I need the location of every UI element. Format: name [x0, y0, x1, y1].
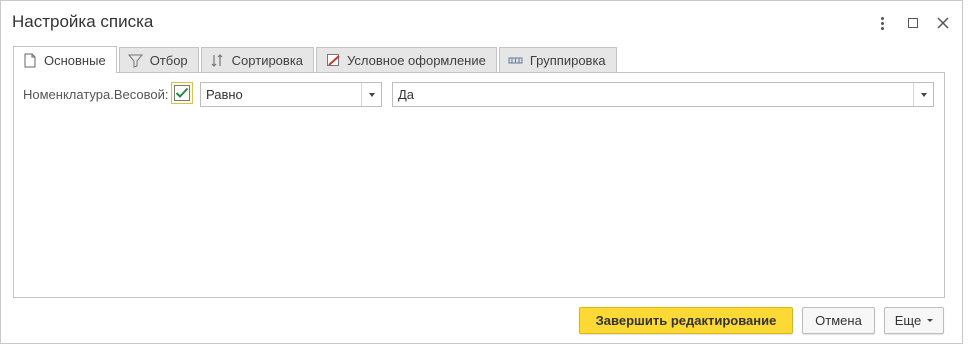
tab-label: Отбор [149, 53, 188, 68]
field-label: Номенклатура.Весовой: [23, 87, 169, 102]
more-actions-icon[interactable] [872, 13, 892, 33]
tab-grouping[interactable]: Группировка [498, 47, 617, 73]
more-button-label: Еще [894, 313, 922, 328]
filter-value: Да [398, 87, 415, 102]
tab-label: Группировка [529, 53, 606, 68]
tab-label: Сортировка [231, 53, 304, 68]
settings-dialog: Настройка списка Основные Отбор Сортиров… [0, 0, 963, 344]
maximize-icon[interactable] [903, 13, 923, 33]
chevron-down-icon[interactable] [361, 83, 381, 106]
page-icon [22, 52, 38, 68]
close-icon[interactable] [933, 13, 953, 33]
tab-filter[interactable]: Отбор [118, 47, 199, 73]
tab-label: Основные [44, 52, 106, 68]
conditional-format-icon [325, 53, 341, 69]
filter-icon [128, 53, 144, 69]
condition-value: Равно [206, 87, 243, 102]
finish-editing-button[interactable]: Завершить редактирование [579, 307, 793, 334]
condition-select[interactable]: Равно [200, 82, 382, 107]
check-icon [175, 87, 189, 98]
tab-label: Условное оформление [347, 53, 486, 68]
chevron-down-icon [927, 319, 934, 322]
grouping-icon [508, 53, 524, 69]
tab-sort[interactable]: Сортировка [200, 47, 315, 73]
more-button[interactable]: Еще [884, 307, 944, 334]
tab-bar: Основные Отбор Сортировка Условное оформ… [13, 46, 619, 73]
cancel-button[interactable]: Отмена [802, 307, 875, 334]
enabled-checkbox[interactable] [171, 82, 193, 104]
tab-conditional-format[interactable]: Условное оформление [316, 47, 497, 73]
chevron-down-icon[interactable] [913, 83, 933, 106]
value-select[interactable]: Да [392, 82, 934, 107]
tab-content-main: Номенклатура.Весовой: Равно Да [13, 72, 945, 298]
dialog-title: Настройка списка [12, 12, 154, 31]
sort-icon [210, 53, 226, 69]
tab-main[interactable]: Основные [13, 46, 117, 73]
